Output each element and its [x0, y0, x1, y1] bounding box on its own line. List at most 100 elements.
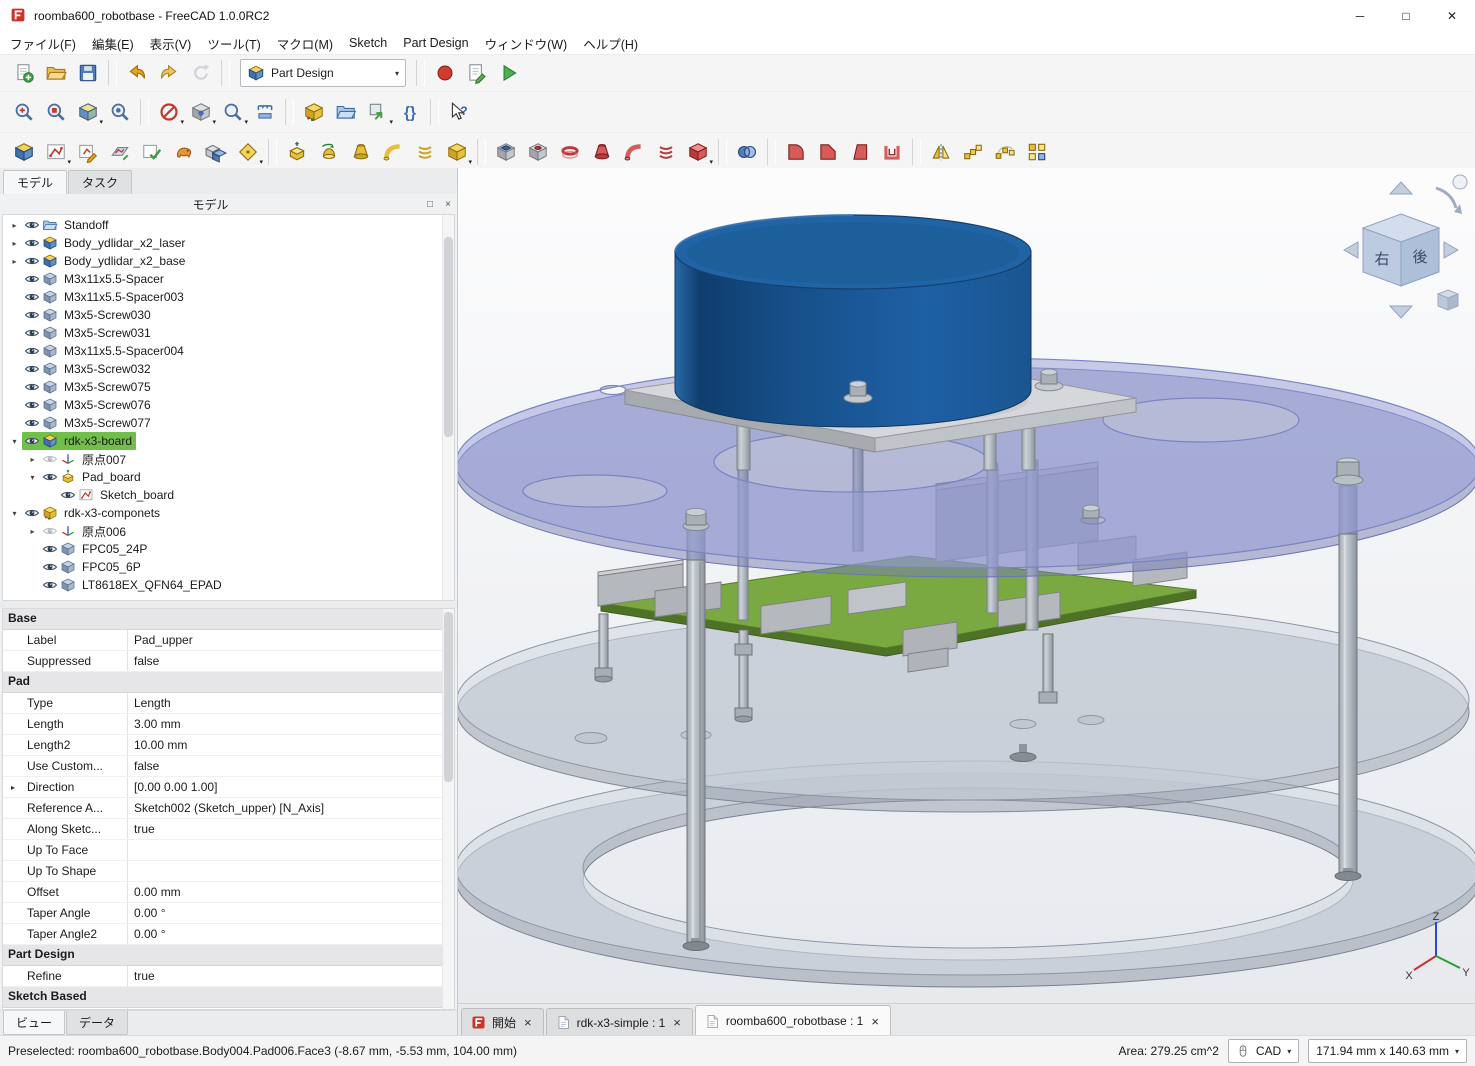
- panel-splitter[interactable]: [0, 601, 457, 608]
- groove-button[interactable]: [555, 137, 585, 167]
- property-value[interactable]: 0.00 °: [128, 903, 454, 923]
- menu-item-Part Design[interactable]: Part Design: [395, 34, 476, 52]
- menu-item-ウィンドウ(W)[interactable]: ウィンドウ(W): [477, 32, 576, 55]
- create-part-button[interactable]: [299, 97, 329, 127]
- document-tab-rdk-x3-simple : 1[interactable]: rdk-x3-simple : 1×: [546, 1008, 693, 1036]
- create-body-button[interactable]: [9, 137, 39, 167]
- create-group-button[interactable]: [331, 97, 361, 127]
- property-scrollbar-thumb[interactable]: [444, 612, 453, 782]
- additive-pipe-button[interactable]: [378, 137, 408, 167]
- tree-expander-icon[interactable]: ▾: [7, 437, 22, 446]
- panel-tab-タスク[interactable]: タスク: [68, 170, 132, 194]
- open-document-button[interactable]: [41, 58, 71, 88]
- property-value[interactable]: [128, 840, 454, 860]
- menu-item-ヘルプ(H)[interactable]: ヘルプ(H): [575, 32, 646, 55]
- tree-item-rdk-x3-componets[interactable]: ▾rdk-x3-componets: [3, 504, 454, 522]
- tree-item-Standoff[interactable]: ▸Standoff: [3, 216, 454, 234]
- property-Length2[interactable]: Length210.00 mm: [3, 735, 454, 756]
- subtractive-pipe-button[interactable]: [619, 137, 649, 167]
- subtractive-helix-button[interactable]: [651, 137, 681, 167]
- tab-close-icon[interactable]: ×: [671, 1015, 683, 1030]
- tree-item-Body_ydlidar_x2_laser[interactable]: ▸Body_ydlidar_x2_laser: [3, 234, 454, 252]
- property-value[interactable]: false: [128, 756, 454, 776]
- sync-view-button[interactable]: [105, 97, 135, 127]
- property-value[interactable]: 3.00 mm: [128, 714, 454, 734]
- nav-style-selector[interactable]: CAD ▾: [1228, 1039, 1299, 1063]
- property-value[interactable]: Pad_upper: [128, 630, 454, 650]
- property-Along Sketc...[interactable]: Along Sketc...true: [3, 819, 454, 840]
- pocket-button[interactable]: [491, 137, 521, 167]
- tree-expander-icon[interactable]: ▸: [7, 239, 22, 248]
- property-value[interactable]: Sketch002 (Sketch_upper) [N_Axis]: [128, 798, 454, 818]
- document-tab-roomba600_robotbase : 1[interactable]: roomba600_robotbase : 1×: [695, 1005, 891, 1036]
- tree-item-M3x5-Screw076[interactable]: M3x5-Screw076: [3, 396, 454, 414]
- tree-item-原点006[interactable]: ▸原点006: [3, 522, 454, 540]
- subtractive-loft-button[interactable]: [587, 137, 617, 167]
- property-Up To Face[interactable]: Up To Face: [3, 840, 454, 861]
- pad-button[interactable]: [282, 137, 312, 167]
- bottom-tab-データ[interactable]: データ: [66, 1011, 128, 1035]
- dock-close-icon[interactable]: ×: [439, 199, 457, 210]
- tree-expander-icon[interactable]: ▸: [25, 527, 40, 536]
- dropdown-arrow-icon[interactable]: ▾: [99, 119, 103, 126]
- property-Use Custom...[interactable]: Use Custom...false: [3, 756, 454, 777]
- nav-cube-right-label[interactable]: 後: [1412, 249, 1427, 266]
- minimize-button[interactable]: ─: [1337, 0, 1383, 32]
- shape-binder-button[interactable]: [169, 137, 199, 167]
- linear-pattern-button[interactable]: [958, 137, 988, 167]
- property-Profile[interactable]: ProfileSketch002 (Sketch_upper): [3, 1008, 454, 1010]
- tree-item-FPC05_24P[interactable]: FPC05_24P: [3, 540, 454, 558]
- tree-item-rdk-x3-board[interactable]: ▾rdk-x3-board: [3, 432, 454, 450]
- tree-item-M3x5-Screw032[interactable]: M3x5-Screw032: [3, 360, 454, 378]
- additive-primitive-button[interactable]: ▾: [442, 137, 472, 167]
- property-value[interactable]: [0.00 0.00 1.00]: [128, 777, 454, 797]
- clone-button[interactable]: [201, 137, 231, 167]
- property-Length[interactable]: Length3.00 mm: [3, 714, 454, 735]
- menu-item-ツール(T)[interactable]: ツール(T): [199, 32, 268, 55]
- property-value[interactable]: Sketch002 (Sketch_upper): [128, 1008, 454, 1010]
- dropdown-arrow-icon[interactable]: ▾: [212, 119, 216, 126]
- property-value[interactable]: 0.00 °: [128, 924, 454, 944]
- property-Taper Angle[interactable]: Taper Angle0.00 °: [3, 903, 454, 924]
- workbench-selector[interactable]: Part Design▾: [240, 59, 406, 87]
- property-value[interactable]: true: [128, 819, 454, 839]
- panel-tab-モデル[interactable]: モデル: [3, 170, 67, 194]
- tree-expander-icon[interactable]: ▾: [7, 509, 22, 518]
- property-value[interactable]: false: [128, 651, 454, 671]
- revolution-button[interactable]: [314, 137, 344, 167]
- tree-item-M3x11x5.5-Spacer003[interactable]: M3x11x5.5-Spacer003: [3, 288, 454, 306]
- menu-item-ファイル(F)[interactable]: ファイル(F): [2, 32, 84, 55]
- chamfer-button[interactable]: [813, 137, 843, 167]
- measure-button[interactable]: [250, 97, 280, 127]
- tree-scrollbar-thumb[interactable]: [444, 237, 453, 437]
- macro-execute-button[interactable]: [494, 58, 524, 88]
- property-value[interactable]: 0.00 mm: [128, 882, 454, 902]
- property-Reference A...[interactable]: Reference A...Sketch002 (Sketch_upper) […: [3, 798, 454, 819]
- refresh-button[interactable]: [186, 58, 216, 88]
- dimension-selector[interactable]: 171.94 mm x 140.63 mm ▾: [1308, 1039, 1467, 1063]
- menu-item-Sketch[interactable]: Sketch: [341, 34, 395, 52]
- subtractive-primitive-button[interactable]: ▾: [683, 137, 713, 167]
- menu-item-マクロ(M)[interactable]: マクロ(M): [269, 32, 341, 55]
- draw-style-button[interactable]: ▾: [154, 97, 184, 127]
- create-datum-button[interactable]: ▾: [233, 137, 263, 167]
- dropdown-arrow-icon[interactable]: ▾: [67, 159, 71, 166]
- tree-item-M3x5-Screw077[interactable]: M3x5-Screw077: [3, 414, 454, 432]
- redo-button[interactable]: [154, 58, 184, 88]
- macro-edit-button[interactable]: [462, 58, 492, 88]
- menu-item-表示(V)[interactable]: 表示(V): [142, 32, 200, 55]
- dropdown-arrow-icon[interactable]: ▾: [180, 119, 184, 126]
- zoom-button[interactable]: ▾: [218, 97, 248, 127]
- menu-item-編集(E)[interactable]: 編集(E): [84, 32, 142, 55]
- polar-pattern-button[interactable]: [990, 137, 1020, 167]
- create-sketch-button[interactable]: ▾: [41, 137, 71, 167]
- property-Type[interactable]: TypeLength: [3, 693, 454, 714]
- tree-item-M3x5-Screw030[interactable]: M3x5-Screw030: [3, 306, 454, 324]
- axonometric-view-button[interactable]: ▾: [73, 97, 103, 127]
- tab-close-icon[interactable]: ×: [522, 1015, 534, 1030]
- tree-item-Body_ydlidar_x2_base[interactable]: ▸Body_ydlidar_x2_base: [3, 252, 454, 270]
- property-Up To Shape[interactable]: Up To Shape: [3, 861, 454, 882]
- new-document-button[interactable]: [9, 58, 39, 88]
- undo-button[interactable]: [122, 58, 152, 88]
- tree-expander-icon[interactable]: ▾: [25, 473, 40, 482]
